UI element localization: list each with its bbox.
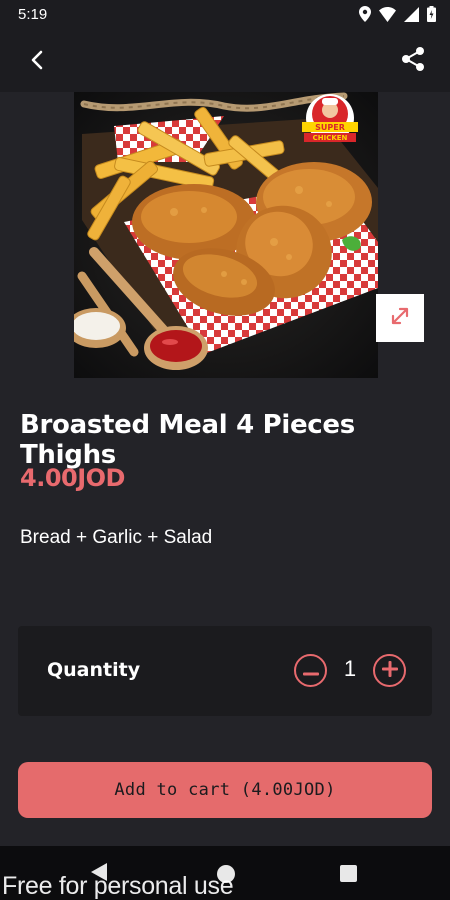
battery-icon (427, 6, 436, 26)
svg-text:CHICKEN: CHICKEN (313, 134, 348, 142)
product-price: 4.00JOD (20, 464, 125, 492)
product-description: Bread + Garlic + Salad (20, 527, 213, 548)
watermark-text: Free for personal use (2, 872, 234, 900)
svg-text:SUPER: SUPER (315, 123, 345, 132)
decrease-quantity-button[interactable] (294, 654, 327, 687)
quantity-card: Quantity 1 (18, 626, 432, 716)
product-image[interactable]: SUPER CHICKEN (74, 92, 378, 378)
add-to-cart-button[interactable]: Add to cart (4.00JOD) (18, 762, 432, 818)
share-button[interactable] (398, 46, 428, 76)
status-icons (359, 6, 436, 26)
share-icon (401, 46, 425, 76)
top-app-bar (0, 30, 450, 92)
expand-image-button[interactable] (376, 294, 424, 342)
status-time: 5:19 (18, 6, 48, 23)
quantity-label: Quantity (47, 659, 141, 681)
arrow-back-icon (30, 50, 44, 74)
minus-icon (302, 661, 319, 680)
back-button[interactable] (22, 47, 52, 77)
location-icon (359, 6, 371, 26)
wifi-icon (379, 6, 396, 26)
nav-recents-icon[interactable] (340, 865, 357, 882)
signal-icon (404, 6, 419, 26)
increase-quantity-button[interactable] (373, 654, 406, 687)
expand-icon (389, 305, 411, 331)
product-title: Broasted Meal 4 Pieces Thighs (20, 410, 355, 470)
status-bar: 5:19 (0, 0, 450, 30)
fried-chicken-illustration: SUPER CHICKEN (74, 92, 378, 378)
add-to-cart-label: Add to cart (4.00JOD) (114, 780, 336, 800)
quantity-value: 1 (343, 656, 357, 681)
plus-icon (381, 660, 398, 681)
